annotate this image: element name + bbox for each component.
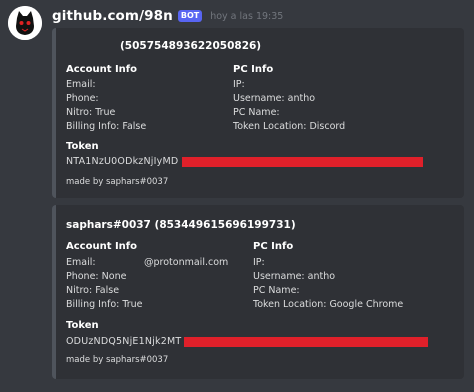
cat-avatar-icon xyxy=(8,6,42,40)
message-header: github.com/98n BOT hoy a las 19:35 xyxy=(52,7,283,25)
embed-footer: made by saphars#0037 xyxy=(66,177,169,187)
ip-line: IP: xyxy=(233,79,245,90)
pc-info-heading: PC Info xyxy=(253,241,294,252)
token-heading: Token xyxy=(66,141,99,152)
redaction-bar xyxy=(182,157,423,167)
email-domain: @protonmail.com xyxy=(144,257,229,268)
token-location-line: Token Location: Discord xyxy=(233,121,346,132)
message-timestamp[interactable]: hoy a las 19:35 xyxy=(210,11,283,22)
account-info-heading: Account Info xyxy=(66,241,138,252)
nitro-line: Nitro: True xyxy=(66,107,116,118)
embed-title: (505754893622050826) xyxy=(120,40,262,52)
email-line: Email: xyxy=(66,257,96,268)
account-info-heading: Account Info xyxy=(66,64,138,75)
billing-line: Billing Info: False xyxy=(66,121,147,132)
pc-name-line: PC Name: xyxy=(253,285,300,296)
token-value: ODUzNDQ5NjE1Njk2MT xyxy=(66,336,182,347)
token-value: NTA1NzU0ODkzNjIyMD xyxy=(66,156,179,167)
embed-card: saphars#0037 (853449615696199731) Accoun… xyxy=(52,205,464,379)
token-location-line: Token Location: Google Chrome xyxy=(253,299,404,310)
embed-footer: made by saphars#0037 xyxy=(66,355,169,365)
ip-line: IP: xyxy=(253,257,265,268)
chat-message: github.com/98n BOT hoy a las 19:35 (5057… xyxy=(0,0,474,392)
nitro-line: Nitro: False xyxy=(66,285,120,296)
embed-title: saphars#0037 (853449615696199731) xyxy=(66,219,296,231)
phone-line: Phone: None xyxy=(66,271,127,282)
pc-username-line: Username: antho xyxy=(233,93,316,104)
pc-info-heading: PC Info xyxy=(233,64,274,75)
bot-badge: BOT xyxy=(177,10,203,22)
email-line: Email: xyxy=(66,79,96,90)
author-name[interactable]: github.com/98n xyxy=(52,8,173,24)
redaction-bar xyxy=(184,337,428,347)
pc-username-line: Username: antho xyxy=(253,271,336,282)
embed-card: (505754893622050826) Account Info Email:… xyxy=(52,28,464,198)
pc-name-line: PC Name: xyxy=(233,107,280,118)
token-heading: Token xyxy=(66,320,99,331)
billing-line: Billing Info: True xyxy=(66,299,143,310)
avatar[interactable] xyxy=(8,6,42,40)
phone-line: Phone: xyxy=(66,93,99,104)
